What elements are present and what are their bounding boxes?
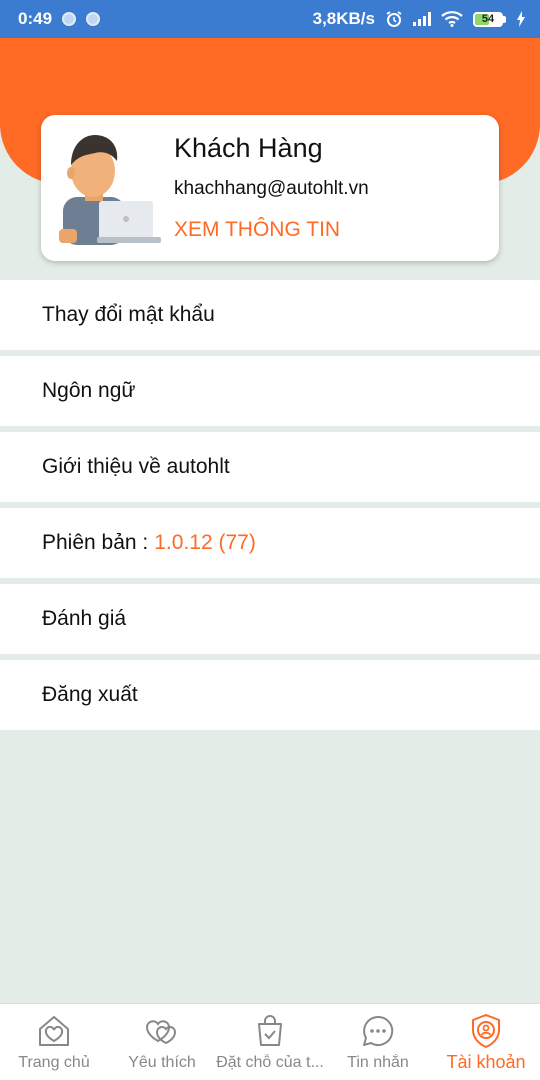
chat-bubble-icon [363, 1015, 394, 1046]
shopping-bag-check-icon [258, 1015, 282, 1046]
status-right: 3,8KB/s 54 [313, 9, 526, 29]
version-number: 1.0.12 (77) [154, 531, 256, 554]
status-time: 0:49 [18, 9, 53, 28]
menu-item-label: Ngôn ngữ [42, 379, 136, 402]
menu-item-label: Thay đổi mật khẩu [42, 303, 215, 326]
nav-item-home[interactable]: Trang chủ [0, 1004, 108, 1080]
profile-card: Khách Hàng khachhang@autohlt.vn XEM THÔN… [41, 115, 499, 261]
signal-icon [413, 12, 431, 26]
charging-icon [517, 11, 525, 27]
nav-item-bookings[interactable]: Đặt chỗ của t... [216, 1004, 324, 1080]
status-bar: 0:49 3,8KB/s 54 [0, 0, 540, 38]
nav-label: Đặt chỗ của t... [216, 1054, 324, 1071]
bottom-navigation: Trang chủ Yêu thích Đặt chỗ của t... Tin… [0, 1003, 540, 1080]
status-left: 0:49 [18, 9, 101, 29]
menu-item-language[interactable]: Ngôn ngữ [0, 356, 540, 426]
notification-dot-icon [86, 12, 101, 26]
heart-icon [145, 1020, 177, 1045]
profile-email: khachhang@autohlt.vn [174, 178, 369, 199]
account-shield-icon [472, 1014, 500, 1048]
alarm-icon [386, 11, 402, 27]
battery-icon: 54 [473, 11, 506, 27]
nav-label: Trang chủ [18, 1054, 90, 1071]
profile-name: Khách Hàng [174, 133, 323, 163]
menu-item-change-password[interactable]: Thay đổi mật khẩu [0, 280, 540, 350]
network-speed: 3,8KB/s [312, 9, 375, 28]
nav-item-account[interactable]: Tài khoản [432, 1004, 540, 1080]
view-info-link[interactable]: XEM THÔNG TIN [174, 218, 340, 242]
battery-level: 54 [481, 12, 495, 25]
menu-item-label: Đăng xuất [42, 683, 138, 706]
nav-item-favorites[interactable]: Yêu thích [108, 1004, 216, 1080]
nav-label: Yêu thích [128, 1054, 196, 1071]
user-avatar-icon [59, 135, 161, 245]
battery-body: 54 [473, 11, 503, 27]
menu-item-rate[interactable]: Đánh giá [0, 584, 540, 654]
battery-tip [503, 15, 506, 23]
menu-item-logout[interactable]: Đăng xuất [0, 660, 540, 730]
menu-item-about[interactable]: Giới thiệu về autohlt [0, 432, 540, 502]
version-label: Phiên bản : [42, 531, 149, 554]
menu-item-version: Phiên bản : 1.0.12 (77) [0, 508, 540, 578]
home-heart-icon [39, 1016, 69, 1046]
menu-item-label: Giới thiệu về autohlt [42, 455, 230, 478]
wifi-icon [441, 11, 463, 27]
menu-item-label: Đánh giá [42, 607, 127, 630]
settings-menu: Thay đổi mật khẩu Ngôn ngữ Giới thiệu về… [0, 274, 540, 730]
notification-dot-icon [62, 12, 77, 26]
nav-label: Tin nhắn [347, 1054, 409, 1071]
nav-label: Tài khoản [446, 1052, 526, 1072]
nav-item-messages[interactable]: Tin nhắn [324, 1004, 432, 1080]
